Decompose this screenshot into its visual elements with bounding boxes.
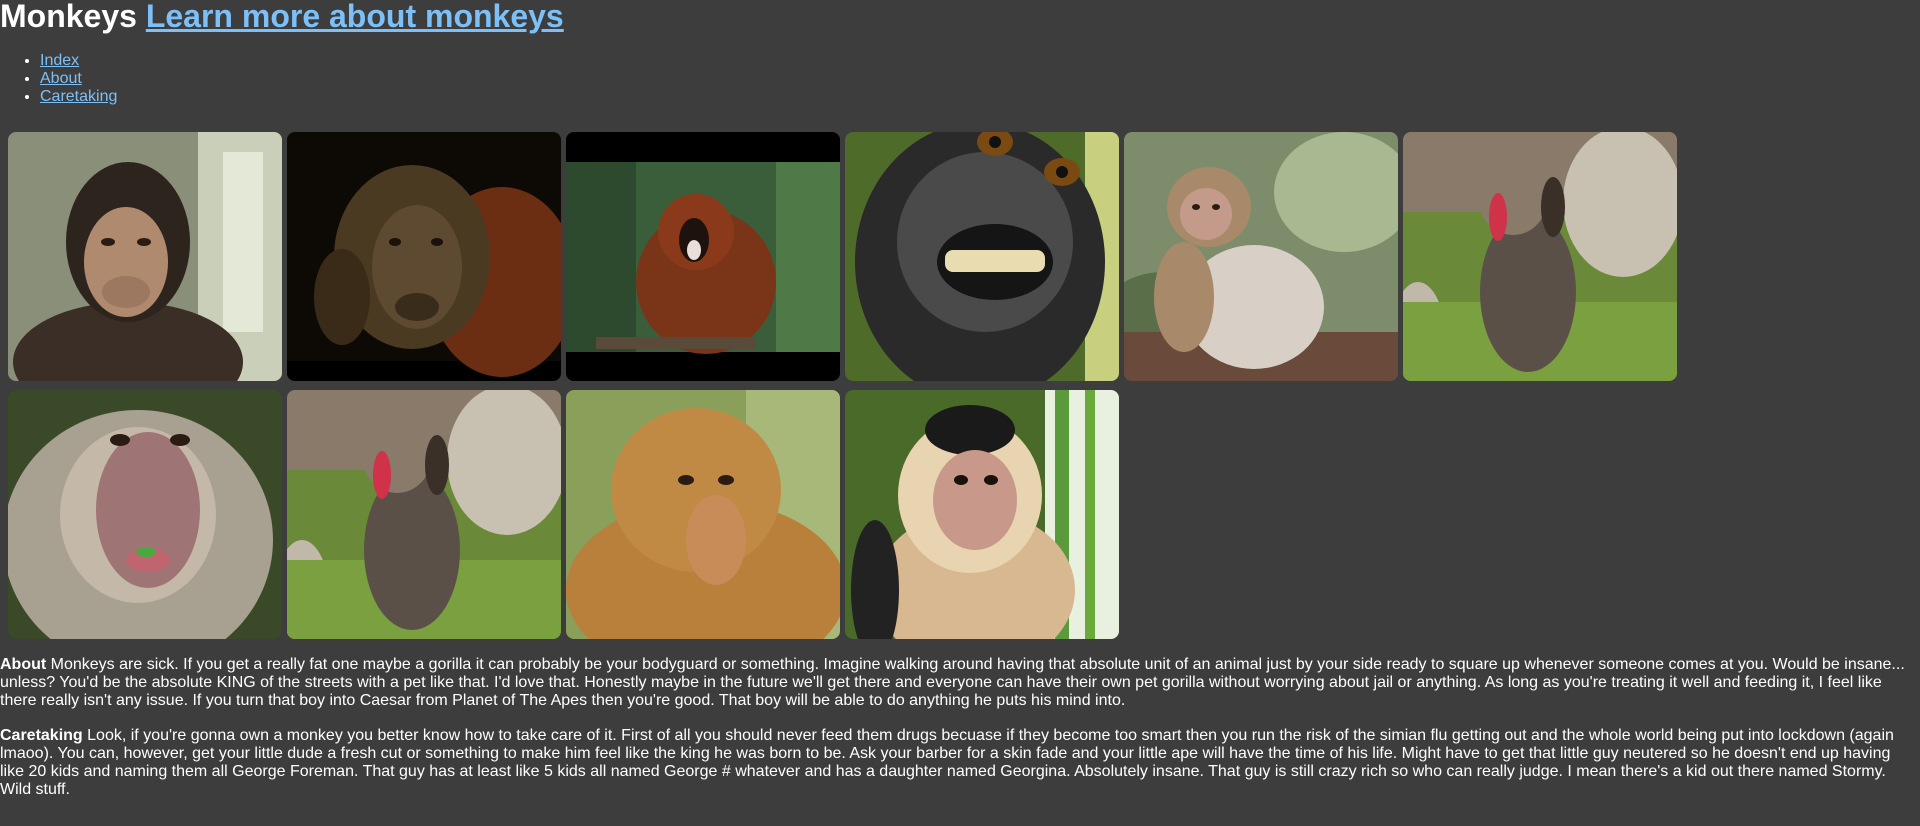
monkey-photo <box>566 390 840 639</box>
howler-monkey-image <box>566 132 840 381</box>
learn-more-link[interactable]: Learn more about monkeys <box>146 0 564 34</box>
macaque-selfie-image <box>845 132 1119 381</box>
orangutan-image <box>287 132 561 381</box>
monkey-photo <box>287 132 561 381</box>
caretaking-section: Caretaking Look, if you're gonna own a m… <box>0 727 1918 799</box>
proboscis-monkey-image <box>566 390 840 639</box>
about-text: Monkeys are sick. If you get a really fa… <box>0 656 1905 709</box>
chimp-image <box>8 132 282 381</box>
monkey-photo <box>1124 132 1398 381</box>
nav-item-caretaking: Caretaking <box>40 88 117 106</box>
monkey-photo <box>845 132 1119 381</box>
monkey-photo <box>8 132 282 381</box>
caretaking-heading: Caretaking <box>0 727 83 744</box>
rhesus-macaque-image <box>8 390 282 639</box>
nav-list: Index About Caretaking <box>0 52 117 106</box>
page-title-text: Monkeys <box>0 0 137 34</box>
about-heading: About <box>0 656 47 673</box>
nav-link-caretaking[interactable]: Caretaking <box>40 88 117 105</box>
caretaking-text: Look, if you're gonna own a monkey you b… <box>0 727 1894 798</box>
monkey-photo <box>1403 132 1677 381</box>
monkey-gallery <box>8 132 1680 639</box>
monkey-photo <box>8 390 282 639</box>
nav-item-index: Index <box>40 52 117 70</box>
monkey-photo <box>566 132 840 381</box>
nav-item-about: About <box>40 70 117 88</box>
monkey-photo <box>287 390 561 639</box>
mandrill-image <box>287 390 561 639</box>
mandrill-image <box>1403 132 1677 381</box>
macaque-on-log-image <box>1124 132 1398 381</box>
capuchin-image <box>845 390 1119 639</box>
nav-link-index[interactable]: Index <box>40 52 79 69</box>
about-section: About Monkeys are sick. If you get a rea… <box>0 656 1918 710</box>
page-title: Monkeys Learn more about monkeys <box>0 0 564 32</box>
nav-link-about[interactable]: About <box>40 70 82 87</box>
monkey-photo <box>845 390 1119 639</box>
